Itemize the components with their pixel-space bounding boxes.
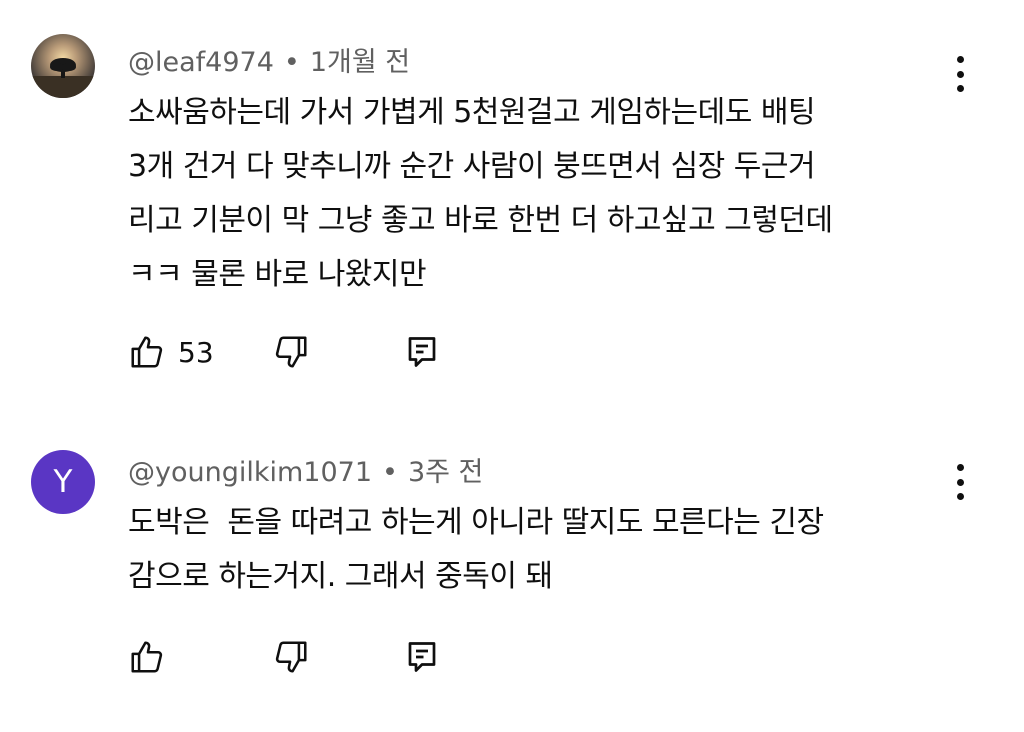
- avatar-photo: [31, 34, 95, 98]
- reply-button[interactable]: [404, 637, 440, 677]
- like-count: 53: [178, 335, 214, 369]
- menu-dot: [956, 478, 964, 486]
- menu-dot: [956, 464, 964, 471]
- thumbs-up-icon: [131, 336, 163, 368]
- comment-time[interactable]: 1개월 전: [310, 47, 410, 78]
- comment-author[interactable]: @leaf4974: [128, 47, 274, 78]
- dislike-button[interactable]: [272, 637, 310, 677]
- comment-header: @leaf4974 • 1개월 전: [128, 40, 410, 79]
- separator: •: [382, 457, 398, 488]
- like-button[interactable]: [128, 637, 166, 677]
- comment-thread: @leaf4974 • 1개월 전 소싸움하는데 가서 가볍게 5천원걸고 게임하는…: [0, 0, 1024, 400]
- separator: •: [283, 47, 300, 78]
- comment-thread: Y @youngilkim1071 • 3주 전 도박은 돈을 따려고 하는게 아니…: [0, 400, 1024, 732]
- comment-line: 3개 건거 다 맞추니까 순간 사람이 붕뜨면서 심장 두근거: [128, 149, 816, 184]
- thumbs-up-icon: [131, 641, 163, 673]
- comment-line: 도박은 돈을 따려고 하는게 아니라 딸지도 모른다는 긴장: [128, 505, 824, 540]
- comment-reply-icon: [408, 642, 436, 672]
- comment-line: 소싸움하는데 가서 가볍게 5천원걸고 게임하는데도 배팅: [128, 95, 816, 130]
- comment-reply-icon: [408, 337, 436, 367]
- menu-dot: [956, 56, 964, 63]
- reply-button[interactable]: [404, 332, 440, 372]
- comment-time[interactable]: 3주 전: [408, 457, 483, 488]
- more-vert-icon[interactable]: [946, 460, 974, 504]
- comment-text: 도박은 돈을 따려고 하는게 아니라 딸지도 모른다는 긴장 감으로 하는거지.…: [128, 496, 948, 604]
- comment-text: 소싸움하는데 가서 가볍게 5천원걸고 게임하는데도 배팅 3개 건거 다 맞추…: [128, 86, 948, 302]
- more-vert-icon[interactable]: [946, 52, 974, 96]
- comment-line: 감으로 하는거지. 그래서 중독이 돼: [128, 559, 553, 594]
- avatar[interactable]: Y: [31, 450, 95, 514]
- like-button[interactable]: 53: [128, 332, 214, 372]
- thumbs-down-icon: [275, 641, 307, 673]
- menu-dot: [956, 70, 964, 78]
- comment-line: ㅋㅋ 물론 바로 나왔지만: [128, 257, 427, 292]
- comment-author[interactable]: @youngilkim1071: [128, 457, 372, 488]
- avatar[interactable]: [31, 34, 95, 98]
- comment-header: @youngilkim1071 • 3주 전: [128, 450, 483, 489]
- thumbs-down-icon: [275, 336, 307, 368]
- avatar-letter: Y: [53, 464, 73, 500]
- menu-dot: [956, 493, 964, 500]
- menu-dot: [956, 85, 964, 92]
- dislike-button[interactable]: [272, 332, 310, 372]
- comment-line: 리고 기분이 막 그냥 좋고 바로 한번 더 하고싶고 그렇던데: [128, 203, 833, 238]
